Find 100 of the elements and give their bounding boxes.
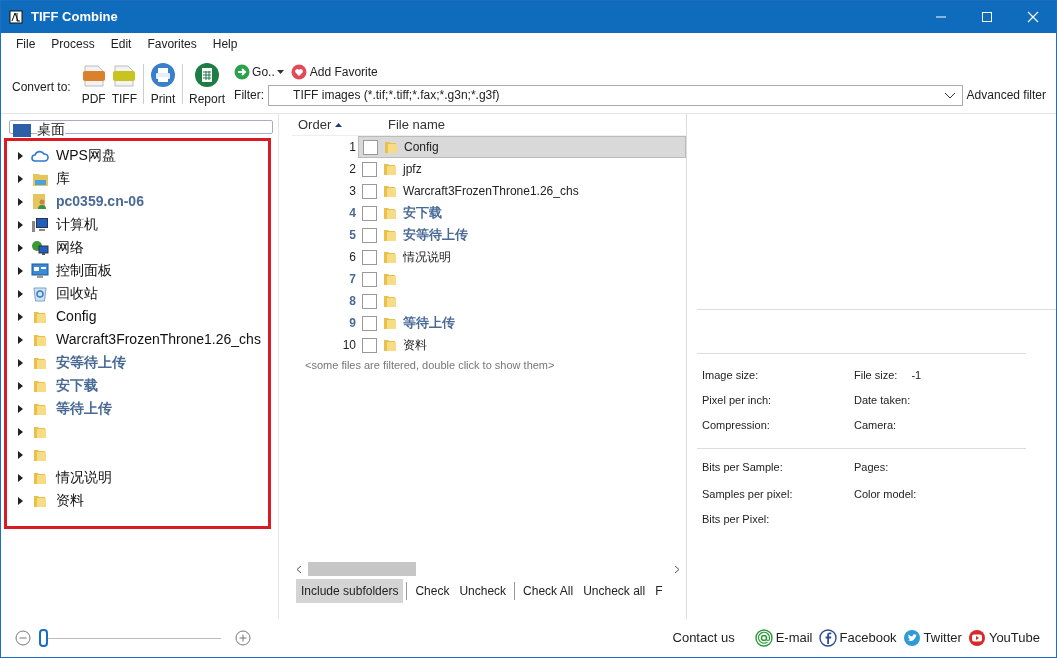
tree-item[interactable]: 控制面板 xyxy=(56,260,112,281)
expand-arrow-icon[interactable] xyxy=(17,219,25,230)
expand-arrow-icon[interactable] xyxy=(17,472,25,483)
tree-item[interactable]: 资料 xyxy=(56,490,84,511)
toolbar-button[interactable]: Report xyxy=(186,59,229,109)
tree-item[interactable]: Config xyxy=(56,306,97,327)
file-row[interactable]: 等待上传 xyxy=(358,312,686,334)
checkbox[interactable] xyxy=(362,183,377,199)
tree-item[interactable]: 网络 xyxy=(56,237,84,258)
social-link[interactable]: YouTube xyxy=(967,628,1040,648)
filter-dropdown[interactable]: TIFF images (*.tif;*.tiff;*.fax;*.g3n;*.g3f) xyxy=(268,84,963,106)
expand-arrow-icon[interactable] xyxy=(17,150,25,161)
expand-arrow-icon[interactable] xyxy=(17,196,25,207)
zoom-in-icon[interactable] xyxy=(235,630,251,646)
zoom-slider[interactable] xyxy=(39,629,221,647)
detail-label: Bits per Pixel: xyxy=(702,512,770,528)
computer-icon xyxy=(31,216,49,233)
action-button[interactable]: F xyxy=(650,579,668,603)
detail-label: Date taken: xyxy=(854,393,911,409)
checkbox[interactable] xyxy=(362,293,377,309)
expand-arrow-icon[interactable] xyxy=(17,242,25,253)
checkbox[interactable] xyxy=(362,227,377,243)
scroll-left-icon[interactable] xyxy=(296,564,302,574)
zoom-out-icon[interactable] xyxy=(15,630,31,646)
file-row[interactable]: 安等待上传 xyxy=(358,224,686,246)
expand-arrow-icon[interactable] xyxy=(17,426,25,437)
tree-item[interactable]: 库 xyxy=(56,168,70,189)
scroll-right-icon[interactable] xyxy=(674,564,680,574)
tree-item[interactable]: WPS网盘 xyxy=(56,145,116,166)
action-button[interactable]: Uncheck xyxy=(454,579,512,603)
convert-label: Convert to: xyxy=(12,79,71,96)
checkbox[interactable] xyxy=(363,139,378,155)
social-link[interactable]: Facebook xyxy=(818,628,897,648)
toolbar-button[interactable]: TIFF xyxy=(108,59,141,109)
order-number: 3 xyxy=(348,183,357,200)
tree-item[interactable]: 情况说明 xyxy=(56,467,112,488)
expand-arrow-icon[interactable] xyxy=(17,380,25,391)
menu-item[interactable]: Help xyxy=(205,35,245,53)
checkbox[interactable] xyxy=(362,315,377,331)
order-number: 1 xyxy=(348,139,357,156)
tree-item[interactable]: pc0359.cn-06 xyxy=(56,191,144,212)
action-button[interactable]: Uncheck all xyxy=(578,579,651,603)
social-link[interactable]: Twitter xyxy=(902,628,962,648)
column-header[interactable]: Order xyxy=(292,114,362,135)
expand-arrow-icon[interactable] xyxy=(17,311,25,322)
social-link[interactable]: E-mail xyxy=(754,628,813,648)
checkbox[interactable] xyxy=(362,161,377,177)
expand-arrow-icon[interactable] xyxy=(17,357,25,368)
app-icon xyxy=(9,10,23,24)
expand-arrow-icon[interactable] xyxy=(17,173,25,184)
folder-icon xyxy=(382,293,398,309)
checkbox[interactable] xyxy=(362,271,377,287)
action-button[interactable]: Check All xyxy=(518,579,579,603)
recycle-bin-icon xyxy=(32,285,48,302)
file-row[interactable]: Config xyxy=(358,136,686,158)
tree-item[interactable]: 等待上传 xyxy=(56,398,112,419)
file-row[interactable]: 情况说明 xyxy=(358,246,686,268)
menu-item[interactable]: Process xyxy=(44,35,102,53)
expand-arrow-icon[interactable] xyxy=(17,265,25,276)
checkbox[interactable] xyxy=(362,205,377,221)
expand-arrow-icon[interactable] xyxy=(17,449,25,460)
folder-icon xyxy=(382,161,398,177)
action-button[interactable]: Check xyxy=(410,579,455,603)
expand-arrow-icon[interactable] xyxy=(17,495,25,506)
monitor-icon xyxy=(13,124,31,137)
tree-item[interactable]: 安下载 xyxy=(56,375,98,396)
go-button[interactable]: Go.. xyxy=(234,62,284,81)
tree-item[interactable]: Warcraft3FrozenThrone1.26_chs xyxy=(56,329,261,350)
menu-item[interactable]: File xyxy=(9,35,43,53)
location-box[interactable]: 桌面 xyxy=(9,120,273,134)
menu-item[interactable]: Favorites xyxy=(140,35,204,53)
advanced-filter-link[interactable]: Advanced filter xyxy=(966,86,1046,104)
file-row[interactable]: jpfz xyxy=(358,158,686,180)
checkbox[interactable] xyxy=(362,337,377,353)
menu-item[interactable]: Edit xyxy=(103,35,139,53)
play-icon xyxy=(967,629,986,647)
toolbar-button[interactable]: PDF xyxy=(78,59,109,109)
cloud-icon xyxy=(31,148,49,163)
folder-icon xyxy=(382,227,398,243)
slider-thumb[interactable] xyxy=(39,629,48,647)
file-row[interactable]: Warcraft3FrozenThrone1.26_chs xyxy=(358,180,686,202)
detail-label: Compression: xyxy=(702,418,770,434)
file-row[interactable]: 安下载 xyxy=(358,202,686,224)
file-name: jpfz xyxy=(403,161,422,178)
filtered-note[interactable]: <some files are filtered, double click to show them> xyxy=(292,357,686,374)
expand-arrow-icon[interactable] xyxy=(17,288,25,299)
tree-item[interactable]: 回收站 xyxy=(56,283,98,304)
expand-arrow-icon[interactable] xyxy=(17,403,25,414)
expand-arrow-icon[interactable] xyxy=(17,334,25,345)
action-button[interactable]: Include subfolders xyxy=(296,579,404,603)
add-favorite-button[interactable]: Add Favorite xyxy=(290,62,378,81)
maximize-icon xyxy=(982,12,992,22)
horizontal-scrollbar[interactable] xyxy=(296,561,682,577)
tree-item[interactable]: 安等待上传 xyxy=(56,352,126,373)
tree-item[interactable]: 计算机 xyxy=(56,214,98,235)
facebook-icon xyxy=(818,629,837,647)
column-header[interactable]: File name xyxy=(362,114,446,135)
file-row[interactable]: 资料 xyxy=(358,334,686,356)
checkbox[interactable] xyxy=(362,249,377,265)
toolbar-button[interactable]: Print xyxy=(147,59,180,109)
